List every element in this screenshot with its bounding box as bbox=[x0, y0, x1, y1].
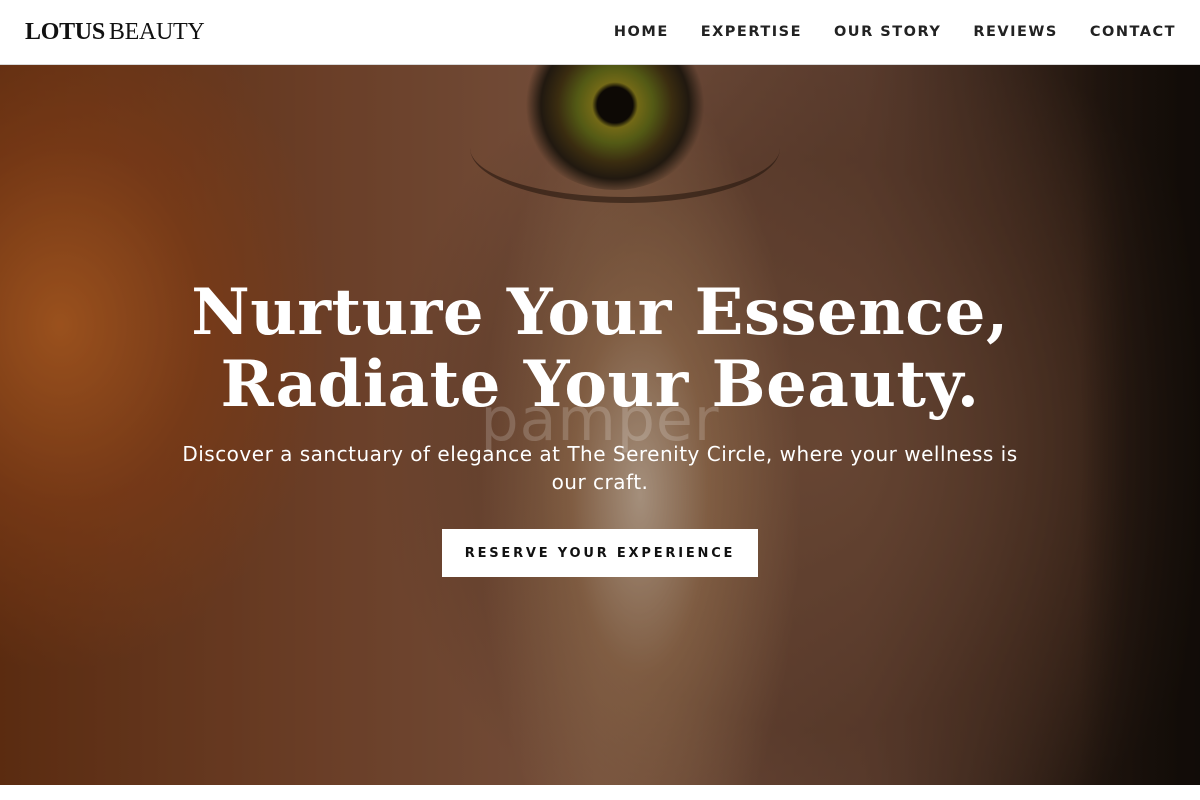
nav-contact-link[interactable]: CONTACT bbox=[1090, 24, 1176, 40]
nav-our-story-link[interactable]: OUR STORY bbox=[834, 24, 941, 40]
brand-name-bold: LOTUS bbox=[25, 18, 105, 45]
hero-headline-line1: Nurture Your Essence, bbox=[191, 275, 1009, 350]
hero-headline: Nurture Your Essence, Radiate Your Beaut… bbox=[0, 277, 1200, 421]
nav-expertise-link[interactable]: EXPERTISE bbox=[701, 24, 802, 40]
site-header: LOTUS BEAUTY HOME EXPERTISE OUR STORY REV… bbox=[0, 0, 1200, 65]
reserve-experience-button[interactable]: RESERVE YOUR EXPERIENCE bbox=[442, 529, 758, 577]
hero-subtext: Discover a sanctuary of elegance at The … bbox=[182, 442, 1018, 494]
nav-home-link[interactable]: HOME bbox=[614, 24, 669, 40]
brand-name-light: BEAUTY bbox=[108, 18, 205, 45]
brand-logo[interactable]: LOTUS BEAUTY bbox=[25, 18, 205, 46]
hero-section: pamper Nurture Your Essence, Radiate You… bbox=[0, 65, 1200, 785]
nav-reviews-link[interactable]: REVIEWS bbox=[973, 24, 1058, 40]
main-nav: HOME EXPERTISE OUR STORY REVIEWS CONTACT bbox=[582, 24, 1176, 40]
hero-headline-line2: Radiate Your Beauty. bbox=[220, 347, 980, 422]
